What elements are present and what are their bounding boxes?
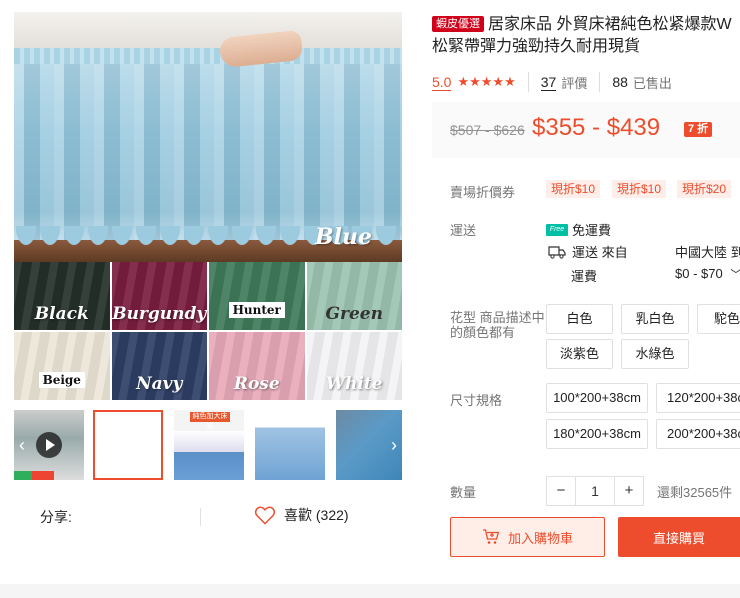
play-icon	[36, 432, 62, 458]
rating-row: 5.0 ★★★★★ 37 評價 88 已售出	[432, 72, 672, 92]
thumbnail-next-arrow-icon[interactable]: ›	[386, 434, 402, 456]
review-label: 評價	[561, 75, 588, 91]
pattern-option-mint[interactable]: 水綠色	[621, 339, 689, 369]
title-line-2: 松緊帶彈力強勁持久耐用現貨	[432, 38, 641, 55]
color-swatch-grid: Black Burgundy Hunter Green Beige Navy R…	[14, 262, 402, 400]
preferred-badge: 蝦皮優選	[432, 16, 484, 32]
add-to-cart-button[interactable]: 加入購物車	[450, 517, 605, 557]
rating-score[interactable]: 5.0	[432, 74, 452, 91]
swatch-rose: Rose	[209, 332, 305, 400]
pattern-option-camel[interactable]: 駝色	[697, 304, 740, 334]
free-shipping-icon: Free	[546, 223, 568, 236]
swatch-black: Black	[14, 262, 110, 330]
heart-icon	[254, 506, 276, 525]
ship-from-row: 運送 來自	[548, 242, 628, 261]
original-price: $507 - $626	[450, 122, 525, 138]
thumbnail-4[interactable]	[255, 410, 325, 480]
add-to-cart-label: 加入購物車	[507, 530, 573, 546]
thumbnail-strip: ‹ 純色加大床裙 ›	[14, 410, 402, 480]
size-label: 尺寸規格	[450, 393, 503, 408]
pattern-option-lavender[interactable]: 淡紫色	[546, 339, 613, 369]
quantity-input[interactable]: 1	[575, 477, 615, 505]
quantity-plus-button[interactable]: +	[615, 477, 643, 505]
thumbnail-prev-arrow-icon[interactable]: ‹	[14, 434, 30, 456]
voucher-tag-3[interactable]: 現折$20	[677, 180, 732, 198]
thumbnail-selected[interactable]	[93, 410, 163, 480]
review-count[interactable]: 37	[540, 74, 557, 91]
size-option-200[interactable]: 200*200+38cm	[656, 419, 740, 449]
hero-color-label: Blue	[315, 224, 372, 250]
shipping-fee-dropdown[interactable]: $0 - $70 ﹀	[675, 266, 740, 282]
quantity-minus-button[interactable]: −	[547, 477, 575, 505]
swatch-burgundy: Burgundy	[111, 262, 207, 330]
discount-badge: 7 折	[684, 122, 713, 137]
voucher-tag-1[interactable]: 現折$10	[546, 180, 601, 198]
product-main-image[interactable]: Blue Black Burgundy Hunter Green Beige N…	[14, 12, 402, 400]
swatch-white: White	[306, 332, 402, 400]
product-title: 蝦皮優選 居家床品 外貿床裙純色松紧爆款W 松緊帶彈力強勁持久耐用現貨	[432, 14, 740, 58]
hero-photo: Blue	[14, 12, 402, 262]
ship-from-label: 運送 來自	[572, 245, 628, 260]
thumbnail-3[interactable]: 純色加大床裙	[174, 410, 244, 480]
star-rating-icon: ★★★★★	[457, 74, 516, 89]
share-label: 分享:	[40, 509, 72, 525]
pattern-label: 花型 商品描述中 的顏色都有	[450, 310, 545, 340]
shipping-fee-value: $0 - $70	[675, 266, 723, 281]
title-line-1: 居家床品 外貿床裙純色松紧爆款W	[488, 16, 732, 33]
ship-destination: 中國大陸 到	[675, 245, 740, 260]
quantity-label: 數量	[450, 485, 477, 500]
product-card: Blue Black Burgundy Hunter Green Beige N…	[0, 0, 740, 584]
price-box: $507 - $626 $355 - $439 7 折	[432, 102, 740, 158]
cart-plus-icon	[482, 529, 500, 544]
like-count: 喜歡 (322)	[284, 507, 349, 523]
size-option-180[interactable]: 180*200+38cm	[546, 419, 648, 449]
stock-remaining: 還剩32565件	[657, 485, 733, 500]
sold-count: 88	[612, 74, 628, 90]
pattern-option-cream[interactable]: 乳白色	[621, 304, 689, 334]
shipping-fee-label: 運費	[571, 269, 598, 284]
chevron-down-icon: ﹀	[730, 269, 740, 281]
pattern-option-white[interactable]: 白色	[546, 304, 613, 334]
free-shipping-text: 免運費	[572, 223, 612, 238]
size-option-100[interactable]: 100*200+38cm	[546, 383, 648, 413]
truck-icon	[548, 245, 566, 259]
swatch-navy: Navy	[111, 332, 207, 400]
like-button[interactable]: 喜歡 (322)	[254, 505, 349, 525]
buy-now-button[interactable]: 直接購買	[618, 517, 740, 557]
size-option-120[interactable]: 120*200+38cm	[656, 383, 740, 413]
voucher-tag-2[interactable]: 現折$10	[612, 180, 667, 198]
free-shipping: Free 免運費	[546, 220, 611, 239]
voucher-label: 賣場折價券	[450, 185, 516, 200]
swatch-green: Green	[306, 262, 402, 330]
shipping-label: 運送	[450, 223, 477, 238]
quantity-stepper: − 1 +	[546, 476, 644, 506]
swatch-hunter: Hunter	[209, 262, 305, 330]
sold-label: 已售出	[632, 75, 672, 91]
swatch-beige: Beige	[14, 332, 110, 400]
current-price: $355 - $439	[532, 114, 661, 141]
